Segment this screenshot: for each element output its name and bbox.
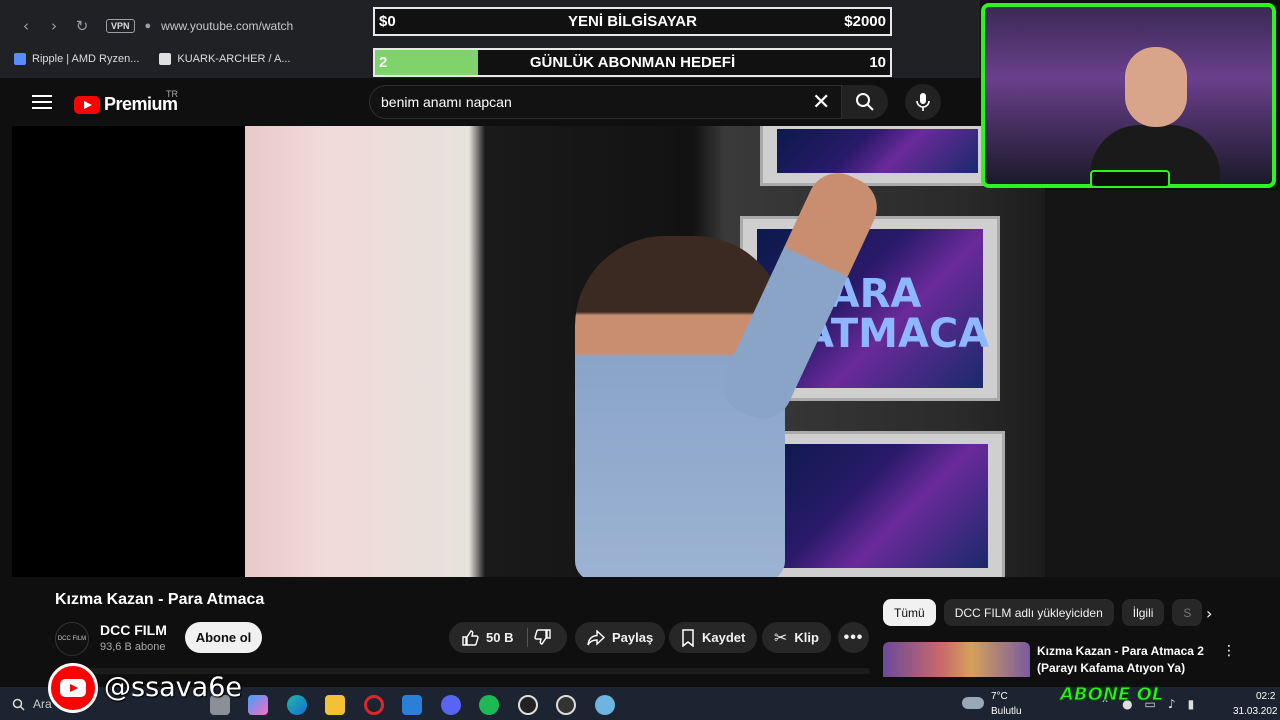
goal-target: 10	[869, 54, 886, 71]
like-dislike-group: 50 B	[449, 622, 567, 653]
goal-title: GÜNLÜK ABONMAN HEDEFİ	[529, 54, 736, 71]
share-icon	[587, 629, 605, 646]
channel-avatar[interactable]: DCC FILM	[55, 622, 89, 656]
search-button[interactable]	[842, 85, 888, 119]
close-icon[interactable]: ✕	[812, 90, 830, 115]
volume-icon[interactable]: ♪	[1168, 697, 1176, 711]
video-title: Kızma Kazan - Para Atmaca	[55, 591, 265, 608]
reload-icon[interactable]: ↻	[68, 12, 96, 40]
files-icon[interactable]	[325, 695, 345, 715]
bookmark-favicon-icon	[159, 53, 172, 65]
like-button[interactable]: 50 B	[461, 629, 513, 647]
chip-truncated[interactable]: S	[1172, 599, 1203, 626]
bookmark-icon	[682, 628, 694, 647]
youtube-social-icon	[48, 663, 98, 713]
discord-icon[interactable]	[441, 695, 461, 715]
social-handle: @ssava6e	[104, 672, 242, 703]
search-input-value[interactable]: benim anamı napcan	[381, 94, 512, 110]
goal-target: $2000	[844, 13, 886, 30]
save-button[interactable]: Kaydet	[669, 622, 758, 653]
tv-screen	[760, 126, 995, 186]
tv-screen	[750, 431, 1005, 577]
thumbs-up-icon	[462, 629, 479, 646]
clock-date[interactable]: 31.03.202	[1233, 706, 1278, 717]
voice-search-button[interactable]	[905, 84, 941, 120]
bookmark-item[interactable]: KUARK-ARCHER / A...	[159, 53, 290, 65]
weather-description[interactable]: Bulutlu	[991, 706, 1022, 717]
goal-bar-computer: $0 YENİ BİLGİSAYAR $2000	[373, 7, 892, 36]
share-label: Paylaş	[612, 630, 654, 645]
chevron-right-icon[interactable]: ›	[1206, 604, 1212, 623]
cloud-icon[interactable]	[962, 697, 984, 709]
opera-icon[interactable]	[364, 695, 384, 715]
youtube-logo[interactable]: Premium	[74, 94, 178, 115]
related-video-thumbnail[interactable]	[883, 642, 1030, 677]
subscribe-button[interactable]: Abone ol	[185, 622, 262, 653]
spotify-icon[interactable]	[479, 695, 499, 715]
subscribe-overlay-badge: ABONE OL	[1059, 684, 1164, 706]
battery-icon[interactable]: ▮	[1188, 697, 1195, 711]
obs-icon[interactable]	[518, 695, 538, 715]
forward-icon[interactable]: ›	[40, 12, 68, 40]
related-video-title[interactable]: Kızma Kazan - Para Atmaca 2 (Parayı Kafa…	[1037, 643, 1212, 677]
subscriber-count: 93,6 B abone	[100, 641, 166, 653]
goal-bar-subscribers: 2 GÜNLÜK ABONMAN HEDEFİ 10	[373, 48, 892, 77]
bookmark-label: KUARK-ARCHER / A...	[177, 53, 291, 65]
save-label: Kaydet	[702, 630, 746, 645]
bookmark-label: Ripple | AMD Ryzen...	[32, 53, 140, 65]
video-pillarbox	[1045, 190, 1280, 577]
related-chip-row: Tümü DCC FILM adlı yükleyiciden İlgili S	[883, 599, 1203, 626]
more-actions-button[interactable]: •••	[838, 622, 869, 653]
dislike-button[interactable]	[534, 628, 552, 649]
app-icon[interactable]	[595, 695, 615, 715]
chip-related[interactable]: İlgili	[1121, 599, 1165, 626]
menu-icon[interactable]	[32, 92, 52, 112]
webcam-frame-decoration	[1090, 170, 1170, 188]
share-button[interactable]: Paylaş	[575, 622, 666, 653]
chip-all[interactable]: Tümü	[883, 599, 936, 626]
channel-name[interactable]: DCC FILM	[100, 622, 167, 638]
scissors-icon: ✂	[774, 628, 788, 647]
clip-label: Klip	[794, 630, 819, 645]
more-vertical-icon[interactable]: ⋮	[1222, 643, 1236, 659]
edge-icon[interactable]	[287, 695, 307, 715]
streamer-face	[1125, 47, 1187, 127]
microphone-icon	[916, 93, 930, 111]
vpn-badge[interactable]: VPN	[106, 19, 135, 33]
media-icon[interactable]	[556, 695, 576, 715]
clock-time[interactable]: 02:2	[1256, 691, 1275, 702]
goal-title: YENİ BİLGİSAYAR	[568, 13, 697, 30]
webcam-overlay	[981, 3, 1276, 188]
more-horizontal-icon: •••	[843, 628, 864, 646]
bookmark-favicon-icon	[14, 53, 26, 65]
region-code: TR	[166, 89, 178, 99]
lock-icon[interactable]: ●	[145, 20, 152, 32]
video-frame[interactable]: PARA ATMACA	[245, 126, 1045, 577]
address-bar[interactable]: www.youtube.com/watch	[161, 19, 293, 33]
taskbar-search-label: Ara	[33, 697, 52, 711]
bookmark-item[interactable]: Ripple | AMD Ryzen...	[14, 53, 139, 65]
youtube-play-icon	[74, 95, 100, 114]
chip-from-uploader[interactable]: DCC FILM adlı yükleyiciden	[943, 599, 1114, 626]
like-count: 50 B	[486, 630, 514, 645]
thumbs-down-icon	[534, 629, 551, 645]
clip-button[interactable]: ✂ Klip	[762, 622, 831, 653]
search-icon	[12, 698, 25, 711]
mail-icon[interactable]	[402, 695, 422, 715]
weather-temperature[interactable]: 7°C	[991, 691, 1008, 702]
taskbar-search[interactable]: Ara	[12, 697, 52, 711]
search-icon	[856, 93, 874, 111]
back-icon[interactable]: ‹	[12, 12, 40, 40]
copilot-icon[interactable]	[248, 695, 268, 715]
like-divider	[527, 628, 528, 647]
